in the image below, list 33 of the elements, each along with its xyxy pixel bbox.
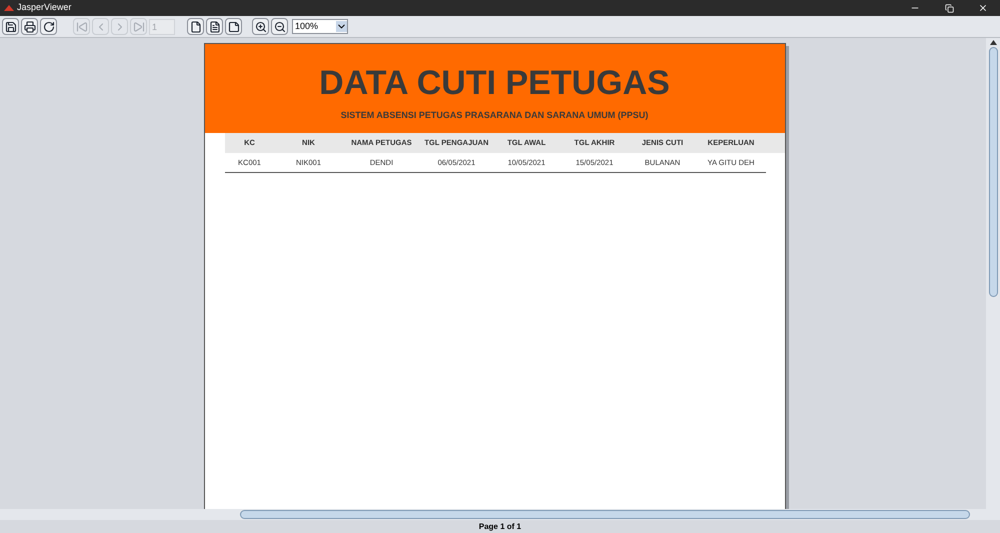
scrollbar-thumb[interactable] <box>988 47 998 297</box>
horizontal-scrollbar[interactable] <box>0 509 1000 520</box>
print-button[interactable] <box>21 18 38 35</box>
vertical-scrollbar[interactable] <box>986 38 1000 509</box>
window-title: JasperViewer <box>17 1 72 14</box>
status-text: Page 1 of 1 <box>478 520 522 532</box>
printer-icon <box>24 20 36 32</box>
zoom-out-button[interactable] <box>271 18 288 35</box>
fit-page-icon <box>208 20 220 32</box>
reload-icon <box>42 20 54 32</box>
save-button[interactable] <box>2 18 19 35</box>
fit-page-button[interactable] <box>206 18 223 35</box>
first-page-icon <box>76 20 88 32</box>
fit-width-icon <box>228 20 240 32</box>
app-icon <box>4 5 14 11</box>
close-icon <box>978 3 988 13</box>
zoom-out-icon <box>274 20 286 32</box>
zoom-in-button[interactable] <box>252 18 269 35</box>
dropdown-icon <box>336 21 347 32</box>
scroll-up-icon[interactable] <box>990 40 996 45</box>
last-page-icon <box>132 20 144 32</box>
scrollbar-thumb[interactable] <box>240 510 970 519</box>
save-icon <box>4 20 16 32</box>
zoom-combo[interactable]: 100% <box>292 19 348 34</box>
report-subtitle: SISTEM ABSENSI PETUGAS PRASARANA DAN SARANA UMUM (PPSU) <box>340 109 648 122</box>
page-icon <box>190 20 202 32</box>
zoom-value: 100% <box>294 20 318 33</box>
restore-icon <box>944 4 954 12</box>
report-title: DATA CUTI PETUGAS <box>319 66 670 100</box>
reload-button[interactable] <box>40 18 57 35</box>
zoom-in-icon <box>254 20 266 32</box>
fit-width-button[interactable] <box>225 18 242 35</box>
actual-size-button[interactable] <box>187 18 204 35</box>
